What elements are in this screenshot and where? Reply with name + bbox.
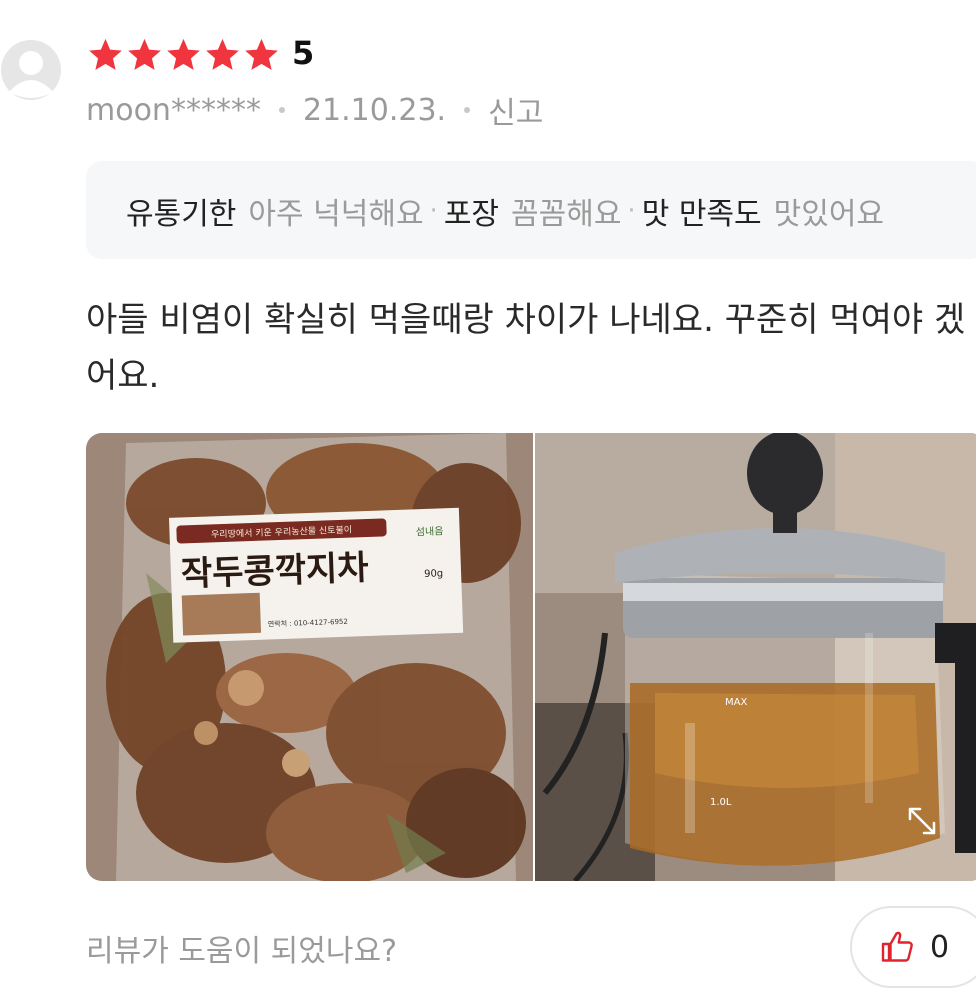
review-photos[interactable]: 우리땅에서 키운 우리농산물 신토불이 섬내음 작두콩깍지차 90g 연락처 :… xyxy=(86,433,976,881)
tag-separator: · xyxy=(429,196,438,226)
avatar-icon xyxy=(1,40,61,100)
tag-separator: · xyxy=(627,196,636,226)
thumbs-up-icon xyxy=(881,931,913,962)
review-text: 아들 비염이 확실히 먹을때랑 차이가 나네요. 꾸준히 먹여야 겠어요. xyxy=(86,300,966,396)
star-icon xyxy=(89,38,122,70)
teapot-max-mark: MAX xyxy=(725,697,747,708)
star-icon xyxy=(167,38,200,70)
tag-key: 포장 xyxy=(443,197,500,232)
star-rating xyxy=(86,36,281,74)
tag-value: 맛있어요 xyxy=(773,197,885,232)
tag-key: 유통기한 xyxy=(126,197,237,232)
tag-value: 아주 넉넉해요 xyxy=(248,197,424,232)
tag-key: 맛 만족도 xyxy=(641,197,762,232)
avatar xyxy=(0,32,62,102)
label-title: 작두콩깍지차 xyxy=(180,548,369,595)
star-icon xyxy=(206,38,239,70)
review-meta: moon****** 21.10.23. 신고 xyxy=(86,88,543,132)
like-count: 0 xyxy=(930,929,950,965)
star-icon xyxy=(128,38,161,70)
report-link[interactable]: 신고 xyxy=(488,88,543,132)
label-weight: 90g xyxy=(424,568,443,580)
review-date: 21.10.23. xyxy=(302,92,447,128)
review-tags: 유통기한 아주 넉넉해요 · 포장 꼼꼼해요 · 맛 만족도 맛있어요 xyxy=(86,161,976,259)
rating-value: 5 xyxy=(292,34,315,72)
tag-value: 꼼꼼해요 xyxy=(511,197,622,232)
teapot-level-mark: 1.0L xyxy=(710,797,732,808)
review-photo-tea-bag[interactable]: 우리땅에서 키운 우리농산물 신토불이 섬내음 작두콩깍지차 90g 연락처 :… xyxy=(86,433,533,881)
reviewer-name: moon****** xyxy=(86,92,261,128)
star-icon xyxy=(245,38,278,70)
label-brand: 섬내음 xyxy=(416,525,444,538)
meta-separator xyxy=(464,107,471,113)
meta-separator xyxy=(278,107,285,113)
expand-icon[interactable] xyxy=(907,806,937,836)
helpful-question: 리뷰가 도움이 되었나요? xyxy=(86,934,397,969)
